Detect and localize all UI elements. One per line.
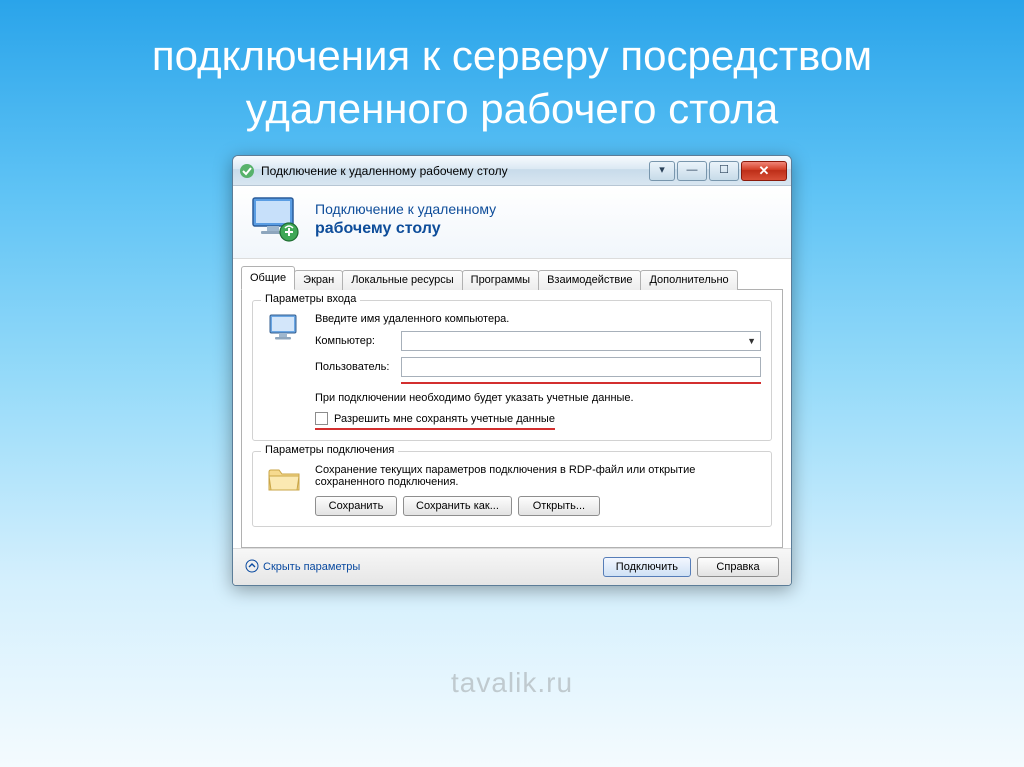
rdp-app-icon bbox=[239, 163, 255, 179]
rdp-window: Подключение к удаленному рабочему столу … bbox=[232, 155, 792, 586]
conn-desc: Сохранение текущих параметров подключени… bbox=[315, 464, 705, 488]
save-creds-checkbox[interactable] bbox=[315, 412, 328, 425]
collapse-up-icon bbox=[245, 559, 259, 576]
help-button[interactable]: Справка bbox=[697, 557, 779, 577]
save-creds-label: Разрешить мне сохранять учетные данные bbox=[334, 413, 555, 425]
slide-title: подключения к серверу посредством удален… bbox=[0, 0, 1024, 155]
banner-line1: Подключение к удаленному bbox=[315, 201, 496, 219]
banner-line2: рабочему столу bbox=[315, 219, 496, 239]
highlight-underline-user bbox=[401, 382, 761, 384]
close-button[interactable]: ✕ bbox=[741, 161, 787, 181]
tab-experience[interactable]: Взаимодействие bbox=[538, 270, 641, 290]
watermark: tavalik.ru bbox=[451, 667, 573, 699]
chevron-down-icon: ▼ bbox=[747, 336, 756, 346]
user-field[interactable] bbox=[401, 357, 761, 377]
login-intro: Введите имя удаленного компьютера. bbox=[315, 313, 761, 325]
tab-programs[interactable]: Программы bbox=[462, 270, 539, 290]
login-params-group: Параметры входа Введите имя удаленного bbox=[252, 300, 772, 441]
tab-advanced[interactable]: Дополнительно bbox=[640, 270, 737, 290]
minimize-button[interactable]: — bbox=[677, 161, 707, 181]
user-label: Пользователь: bbox=[315, 361, 401, 373]
computer-combo[interactable]: ▼ bbox=[401, 331, 761, 351]
tab-display[interactable]: Экран bbox=[294, 270, 343, 290]
folder-icon bbox=[263, 464, 305, 516]
dialog-footer: Скрыть параметры Подключить Справка bbox=[233, 548, 791, 585]
tabs: Общие Экран Локальные ресурсы Программы … bbox=[241, 265, 783, 289]
monitor-remote-icon bbox=[249, 196, 301, 244]
window-title: Подключение к удаленному рабочему столу bbox=[261, 164, 647, 178]
computer-icon bbox=[263, 313, 305, 430]
computer-label: Компьютер: bbox=[315, 335, 401, 347]
tab-local-resources[interactable]: Локальные ресурсы bbox=[342, 270, 462, 290]
login-group-legend: Параметры входа bbox=[261, 293, 360, 305]
save-as-button[interactable]: Сохранить как... bbox=[403, 496, 512, 516]
hide-params-label: Скрыть параметры bbox=[263, 561, 360, 573]
help-button-icon[interactable]: ▾ bbox=[649, 161, 675, 181]
creds-note: При подключении необходимо будет указать… bbox=[315, 392, 685, 404]
connect-button[interactable]: Подключить bbox=[603, 557, 691, 577]
highlight-underline-checkbox bbox=[315, 428, 555, 430]
connection-params-group: Параметры подключения Сохранение текущих… bbox=[252, 451, 772, 527]
tab-general[interactable]: Общие bbox=[241, 266, 295, 290]
titlebar[interactable]: Подключение к удаленному рабочему столу … bbox=[233, 156, 791, 186]
hide-params-link[interactable]: Скрыть параметры bbox=[245, 559, 360, 576]
open-button[interactable]: Открыть... bbox=[518, 496, 600, 516]
banner: Подключение к удаленному рабочему столу bbox=[233, 186, 791, 259]
save-button[interactable]: Сохранить bbox=[315, 496, 397, 516]
conn-group-legend: Параметры подключения bbox=[261, 444, 398, 456]
maximize-button[interactable]: ☐ bbox=[709, 161, 739, 181]
